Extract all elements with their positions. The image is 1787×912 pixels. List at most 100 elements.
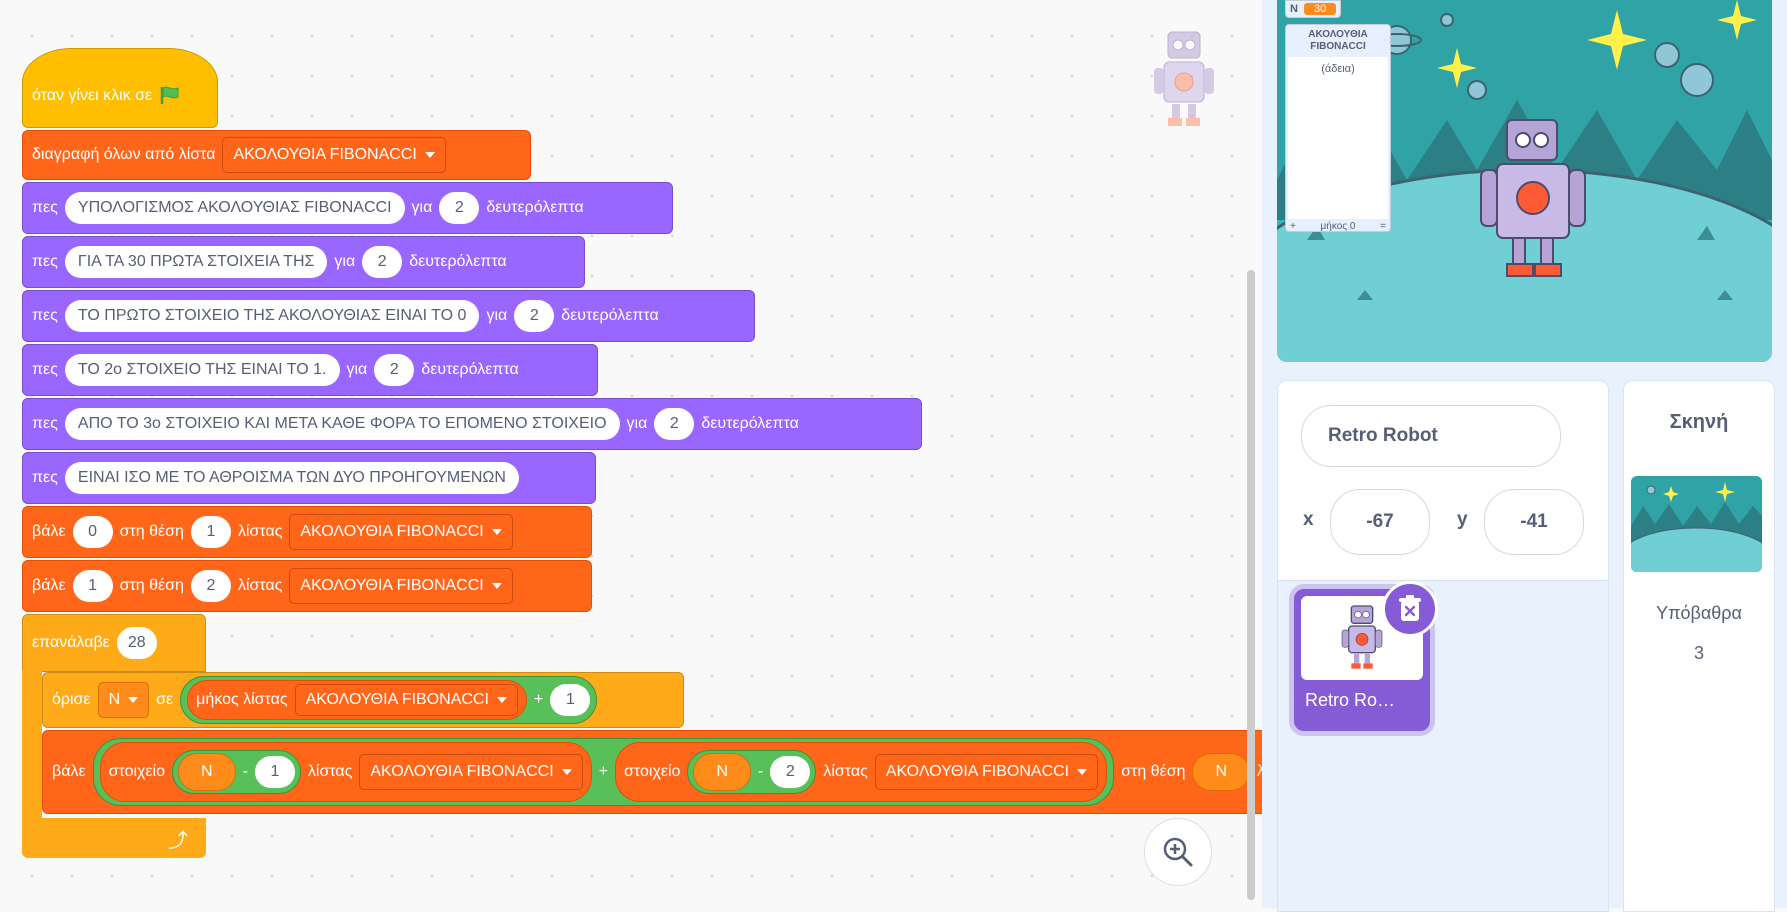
operator-symbol: +	[533, 691, 544, 708]
block-label: επανάλαβε	[32, 634, 110, 651]
block-label: δευτερόλεπτα	[486, 199, 584, 216]
message-input[interactable]: ΓΙΑ ΤΑ 30 ΠΡΩΤΑ ΣΤΟΙΧΕΙΑ ΤΗΣ	[64, 246, 328, 278]
list-dropdown[interactable]: ΑΚΟΛΟΥΘΙΑ FIBONACCI	[222, 137, 446, 173]
message-input[interactable]: ΕΙΝΑΙ ΙΣΟ ΜΕ ΤΟ ΑΘΡΟΙΣΜΑ ΤΩΝ ΔΥΟ ΠΡΟΗΓΟΥ…	[64, 462, 519, 494]
x-position-input[interactable]: -67	[1330, 489, 1430, 555]
backdrops-label: Υπόβαθρα	[1656, 603, 1742, 623]
zoom-in-button[interactable]	[1144, 818, 1212, 886]
value-input[interactable]: 1	[72, 570, 113, 602]
block-label: μήκος λίστας	[196, 691, 288, 708]
variable-dropdown[interactable]: N	[97, 682, 150, 718]
robot-thumbnail-icon	[1341, 605, 1383, 669]
dropdown-arrow-icon	[424, 152, 435, 158]
block-label: διαγραφή όλων από λίστα	[32, 146, 216, 163]
workspace-scrollbar[interactable]	[1247, 270, 1255, 900]
block-label: βάλε	[52, 763, 86, 780]
add-operator[interactable]: στοιχείο N - 1 λίστας ΑΚΟΛΟΥΘΙΑ FIBONACC…	[92, 738, 1115, 806]
number-input[interactable]: 2	[770, 756, 811, 788]
backdrop-thumbnail[interactable]	[1631, 476, 1762, 572]
block-label: δευτερόλεπτα	[409, 253, 507, 270]
block-label: πες	[32, 469, 58, 486]
seconds-input[interactable]: 2	[439, 192, 480, 224]
say-for-secs-block[interactable]: πες ΑΠΟ ΤΟ 3ο ΣΤΟΙΧΕΙΟ ΚΑΙ ΜΕΤΑ ΚΑΘΕ ΦΟΡ…	[22, 398, 922, 450]
variable-n-reporter[interactable]: N	[693, 753, 751, 791]
seconds-input[interactable]: 2	[374, 354, 415, 386]
repeat-block[interactable]: επανάλαβε 28	[22, 614, 206, 672]
delete-all-of-list-block[interactable]: διαγραφή όλων από λίστα ΑΚΟΛΟΥΘΙΑ FIBONA…	[22, 130, 531, 180]
block-label: για	[626, 415, 648, 432]
green-flag-icon	[160, 86, 179, 104]
monitor-label: N	[1290, 3, 1298, 15]
trash-icon	[1399, 595, 1421, 621]
add-operator[interactable]: μήκος λίστας ΑΚΟΛΟΥΘΙΑ FIBONACCI + 1	[180, 676, 598, 724]
list-resize-handle[interactable]: =	[1380, 221, 1386, 232]
variable-monitor[interactable]: N 30	[1285, 0, 1342, 18]
replace-item-block[interactable]: βάλε 1 στη θέση 2 λίστας ΑΚΟΛΟΥΘΙΑ FIBON…	[22, 560, 592, 612]
block-label: όταν γίνει κλικ σε	[32, 87, 153, 104]
backdrops-count: 3	[1693, 643, 1704, 663]
list-dropdown[interactable]: ΑΚΟΛΟΥΘΙΑ FIBONACCI	[874, 754, 1099, 790]
list-length: μήκος 0	[1320, 221, 1356, 232]
replace-item-block[interactable]: βάλε 0 στη θέση 1 λίστας ΑΚΟΛΟΥΘΙΑ FIBON…	[22, 506, 592, 558]
block-label: πες	[32, 199, 58, 216]
list-dropdown[interactable]: ΑΚΟΛΟΥΘΙΑ FIBONACCI	[289, 568, 513, 604]
seconds-input[interactable]: 2	[654, 408, 695, 440]
sprite-name-input[interactable]: Retro Robot	[1301, 405, 1561, 467]
y-position-input[interactable]: -41	[1484, 489, 1584, 555]
say-for-secs-block[interactable]: πες ΤΟ ΠΡΩΤΟ ΣΤΟΙΧΕΙΟ ΤΗΣ ΑΚΟΛΟΥΘΙΑΣ ΕΙΝ…	[22, 290, 755, 342]
dropdown-arrow-icon	[561, 769, 572, 775]
sprite-watermark-icon	[1154, 31, 1214, 126]
repeat-count-input[interactable]: 28	[116, 627, 157, 659]
item-of-list-reporter[interactable]: στοιχείο N - 2 λίστας ΑΚΟΛΟΥΘΙΑ FIBONACC…	[615, 742, 1108, 802]
value-input[interactable]: 0	[72, 516, 113, 548]
subtract-operator[interactable]: N - 1	[172, 750, 301, 794]
list-dropdown[interactable]: ΑΚΟΛΟΥΘΙΑ FIBONACCI	[359, 754, 583, 790]
list-dropdown[interactable]: ΑΚΟΛΟΥΘΙΑ FIBONACCI	[294, 684, 518, 716]
block-label: βάλε	[32, 577, 66, 594]
subtract-operator[interactable]: N - 2	[687, 750, 817, 794]
list-add-button[interactable]: +	[1290, 221, 1296, 232]
number-input[interactable]: 1	[254, 756, 295, 788]
seconds-input[interactable]: 2	[514, 300, 555, 332]
variable-n-reporter[interactable]: N	[178, 753, 236, 791]
seconds-input[interactable]: 2	[362, 246, 403, 278]
block-label: στοιχείο	[624, 763, 681, 780]
block-label: δευτερόλεπτα	[561, 307, 659, 324]
set-variable-block[interactable]: όρισε N σε μήκος λίστας ΑΚΟΛΟΥΘΙΑ FIBONA…	[42, 672, 684, 728]
block-label: λίστας	[823, 763, 868, 780]
list-dropdown[interactable]: ΑΚΟΛΟΥΘΙΑ FIBONACCI	[289, 514, 513, 550]
block-label: για	[486, 307, 508, 324]
repeat-block-foot: ⤴	[22, 818, 206, 858]
message-input[interactable]: ΥΠΟΛΟΓΙΣΜΟΣ ΑΚΟΛΟΥΘΙΑΣ FIBONACCI	[64, 192, 405, 224]
stage-target-panel[interactable]: Σκηνή Υπόβαθρα 3	[1623, 380, 1775, 912]
index-input[interactable]: 2	[190, 570, 231, 602]
operator-symbol: -	[758, 763, 764, 780]
when-flag-clicked-block[interactable]: όταν γίνει κλικ σε	[22, 48, 218, 128]
message-input[interactable]: ΤΟ ΠΡΩΤΟ ΣΤΟΙΧΕΙΟ ΤΗΣ ΑΚΟΛΟΥΘΙΑΣ ΕΙΝΑΙ Τ…	[64, 300, 480, 332]
say-for-secs-block[interactable]: πες ΥΠΟΛΟΓΙΣΜΟΣ ΑΚΟΛΟΥΘΙΑΣ FIBONACCI για…	[22, 182, 673, 234]
delete-sprite-button[interactable]	[1382, 581, 1438, 637]
backdrop-thumbnail-image	[1631, 476, 1762, 572]
block-label: δευτερόλεπτα	[701, 415, 799, 432]
dropdown-label: ΑΚΟΛΟΥΘΙΑ FIBONACCI	[300, 523, 484, 540]
length-of-list-reporter[interactable]: μήκος λίστας ΑΚΟΛΟΥΘΙΑ FIBONACCI	[187, 680, 527, 720]
block-label: βάλε	[32, 523, 66, 540]
say-for-secs-block[interactable]: πες ΤΟ 2ο ΣΤΟΙΧΕΙΟ ΤΗΣ ΕΙΝΑΙ ΤΟ 1. για 2…	[22, 344, 598, 396]
list-monitor[interactable]: ΑΚΟΛΟΥΘΙΑ FIBONACCI (άδεια) + μήκος 0 =	[1285, 24, 1391, 232]
block-label: πες	[32, 253, 58, 270]
message-input[interactable]: ΤΟ 2ο ΣΤΟΙΧΕΙΟ ΤΗΣ ΕΙΝΑΙ ΤΟ 1.	[64, 354, 340, 386]
index-input[interactable]: 1	[190, 516, 231, 548]
say-for-secs-block[interactable]: πες ΓΙΑ ΤΑ 30 ΠΡΩΤΑ ΣΤΟΙΧΕΙΑ ΤΗΣ για 2 δ…	[22, 236, 585, 288]
number-input[interactable]: 1	[550, 684, 591, 716]
say-block[interactable]: πες ΕΙΝΑΙ ΙΣΟ ΜΕ ΤΟ ΑΘΡΟΙΣΜΑ ΤΩΝ ΔΥΟ ΠΡΟ…	[22, 452, 596, 504]
code-workspace[interactable]: όταν γίνει κλικ σε διαγραφή όλων από λίσ…	[0, 0, 1262, 908]
sprite-list-panel: Retro Ro…	[1277, 580, 1609, 912]
variable-n-reporter[interactable]: N	[1192, 753, 1251, 791]
message-input[interactable]: ΑΠΟ ΤΟ 3ο ΣΤΟΙΧΕΙΟ ΚΑΙ ΜΕΤΑ ΚΑΘΕ ΦΟΡΑ ΤΟ…	[64, 408, 620, 440]
replace-item-block[interactable]: βάλε στοιχείο N - 1 λίστας ΑΚΟΛΟΥΘΙΑ FIB…	[42, 730, 1262, 814]
dropdown-arrow-icon	[491, 583, 502, 589]
stage-canvas[interactable]: N 30 ΑΚΟΛΟΥΘΙΑ FIBONACCI (άδεια) + μήκος…	[1277, 0, 1772, 362]
block-label: πες	[32, 415, 58, 432]
item-of-list-reporter[interactable]: στοιχείο N - 1 λίστας ΑΚΟΛΟΥΘΙΑ FIBONACC…	[99, 742, 592, 802]
stage-title: Σκηνή	[1669, 411, 1729, 433]
